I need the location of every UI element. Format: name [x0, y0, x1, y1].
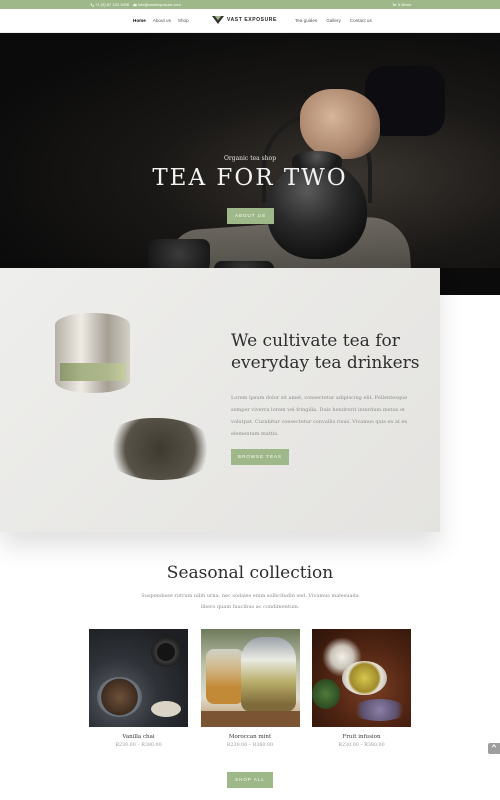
email-icon [133, 3, 137, 6]
browse-teas-button[interactable]: BROWSE TEAS [231, 449, 289, 465]
seasonal-description: Suspendisse rutrum nibh urna, nec sodale… [141, 593, 359, 610]
logo-text: VAST EXPOSURE [227, 17, 277, 23]
site-logo[interactable]: VAST EXPOSURE [212, 16, 277, 24]
nav-item-tea-guides[interactable]: Tea guides [295, 18, 317, 23]
product-price: R230.00 – R380.00 [115, 743, 162, 748]
hero-hand-image [300, 89, 380, 159]
scroll-to-top-button[interactable] [488, 743, 500, 754]
nav-left-menu: Home About us Shop [133, 18, 189, 23]
intro-body: Lorem ipsum dolor sit amet, consectetur … [231, 395, 408, 437]
product-price: R230.00 – R380.00 [226, 743, 274, 748]
product-card[interactable]: Fruit infusion R230.00 – R380.00 [312, 629, 411, 748]
nav-item-home[interactable]: Home [133, 18, 146, 23]
product-card[interactable]: Vanilla chai R230.00 – R380.00 [89, 629, 188, 748]
nav-right-menu: Tea guides Gallery Contact us [295, 18, 372, 23]
tea-tin-image [55, 313, 130, 393]
cart-link[interactable]: 0 Items [392, 2, 411, 7]
intro-heading: We cultivate tea for everyday tea drinke… [231, 331, 420, 373]
cart-icon [392, 3, 396, 6]
intro-section: We cultivate tea for everyday tea drinke… [0, 268, 440, 532]
seasonal-title: Seasonal collection [166, 563, 334, 583]
contact-info: +1 (0) 87 120 1098 info@vastexposure.com [90, 2, 181, 7]
product-name[interactable]: Vanilla chai [89, 734, 188, 740]
product-name[interactable]: Moroccan mint [201, 734, 300, 740]
phone-icon [90, 2, 94, 7]
top-bar: +1 (0) 87 120 1098 info@vastexposure.com… [0, 0, 500, 9]
main-nav: Home About us Shop VAST EXPOSURE Tea gui… [0, 9, 500, 33]
chevron-up-icon [491, 744, 497, 748]
tea-leaves-image [105, 418, 215, 480]
hero-section: Organic tea shop TEA FOR TWO ABOUT US [0, 33, 500, 295]
nav-item-gallery[interactable]: Gallery [326, 18, 341, 23]
product-grid: Vanilla chai R230.00 – R380.00 Moroccan … [89, 629, 411, 748]
email-text: info@vastexposure.com [137, 2, 181, 7]
hero-subtitle: Organic tea shop [223, 155, 277, 162]
cart-count: 0 Items [398, 2, 412, 7]
email-contact[interactable]: info@vastexposure.com [133, 2, 181, 7]
hero-overflow-block [440, 268, 500, 295]
phone-text: +1 (0) 87 120 1098 [95, 2, 129, 7]
shop-all-button[interactable]: SHOP ALL [227, 772, 273, 788]
tea-tin-label-image [60, 363, 126, 381]
phone-contact[interactable]: +1 (0) 87 120 1098 [90, 2, 129, 7]
product-image-moroccan-mint[interactable] [200, 629, 300, 727]
product-image-vanilla-chai[interactable] [89, 629, 188, 727]
product-image-fruit-infusion[interactable] [312, 629, 411, 727]
product-price: R230.00 – R380.00 [338, 743, 385, 748]
nav-item-shop[interactable]: Shop [178, 18, 189, 23]
product-name[interactable]: Fruit infusion [312, 734, 411, 740]
nav-item-about-us[interactable]: About us [153, 18, 171, 23]
product-card[interactable]: Moroccan mint R230.00 – R380.00 [200, 629, 300, 748]
about-us-button[interactable]: ABOUT US [227, 208, 274, 224]
hero-title: TEA FOR TWO [152, 165, 348, 191]
nav-item-contact-us[interactable]: Contact us [350, 18, 372, 23]
logo-mark-icon [212, 16, 224, 24]
